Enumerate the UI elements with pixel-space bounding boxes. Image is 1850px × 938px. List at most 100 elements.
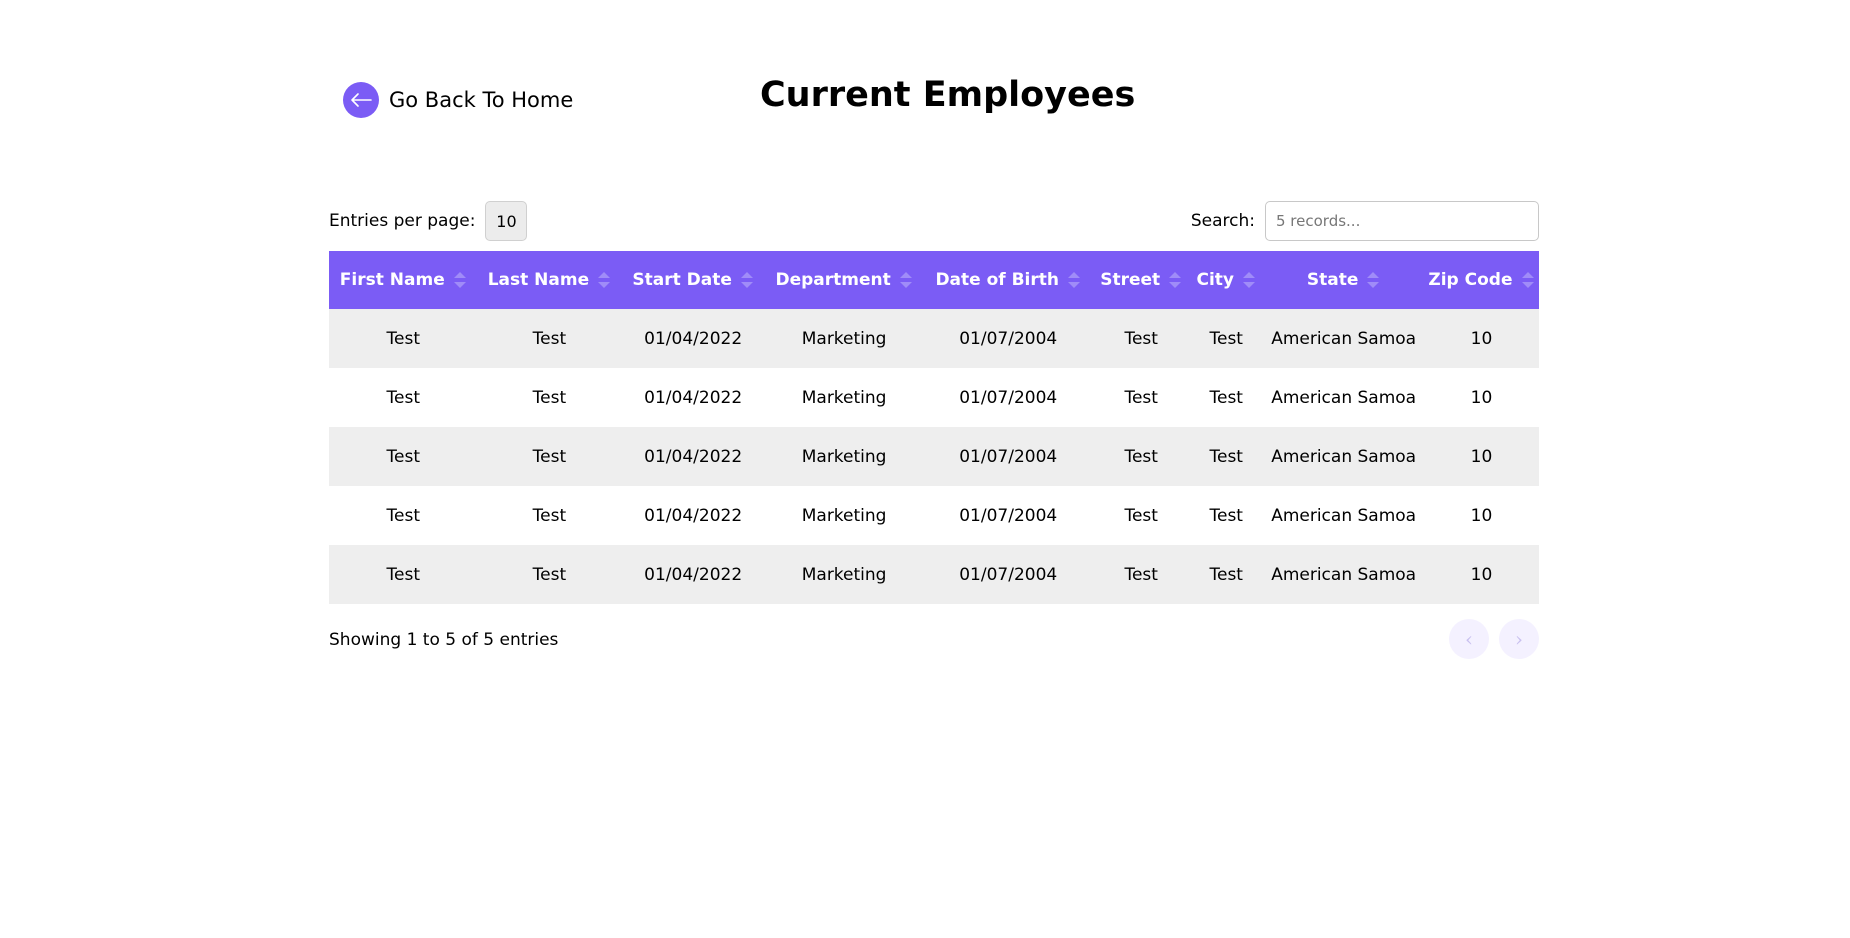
table-cell: Test (329, 427, 478, 486)
table-cell: 01/04/2022 (621, 545, 766, 604)
sort-arrows-icon (1242, 270, 1256, 290)
column-header-label: Street (1100, 270, 1161, 290)
sort-arrows-icon (597, 270, 611, 290)
table-cell: Test (1093, 545, 1190, 604)
page-title: Current Employees (760, 75, 1136, 115)
table-cell: Test (1189, 368, 1264, 427)
table-cell: Test (1189, 309, 1264, 368)
table-cell: 10 (1423, 309, 1539, 368)
sort-arrows-icon (1168, 270, 1182, 290)
pagination: ‹ › (1449, 619, 1539, 659)
column-header-inner: Start Date (632, 270, 754, 290)
search-input[interactable] (1265, 201, 1539, 241)
table-cell: Test (329, 486, 478, 545)
sort-arrows-icon (1521, 270, 1535, 290)
table-cell: Test (1093, 309, 1190, 368)
page: Go Back To Home Current Employees Entrie… (0, 0, 1850, 938)
column-header-inner: Last Name (488, 270, 611, 290)
table-cell: American Samoa (1263, 545, 1424, 604)
column-header-inner: State (1307, 270, 1381, 290)
employees-table: First Name Last Name Start Date Department D… (329, 251, 1539, 604)
entries-per-page-label: Entries per page: (329, 211, 476, 231)
arrow-left-icon (343, 82, 379, 118)
column-header-label: Zip Code (1428, 270, 1513, 290)
table-cell: Test (477, 486, 622, 545)
table-cell: Test (1189, 545, 1264, 604)
column-header-inner: Street (1100, 270, 1182, 290)
column-header-start-date[interactable]: Start Date (621, 251, 766, 309)
table-cell: Test (1093, 427, 1190, 486)
table-cell: Marketing (765, 427, 924, 486)
table-cell: 10 (1423, 368, 1539, 427)
column-header-label: Start Date (632, 270, 732, 290)
table-row: Test Test 01/04/2022 Marketing 01/07/2004 Tes… (329, 545, 1539, 604)
table-cell: 01/04/2022 (621, 486, 766, 545)
column-header-label: First Name (339, 270, 445, 290)
table-cell: 01/04/2022 (621, 368, 766, 427)
table-cell: Marketing (765, 486, 924, 545)
sort-arrows-icon (1067, 270, 1081, 290)
table-cell: American Samoa (1263, 368, 1424, 427)
go-back-home-link[interactable]: Go Back To Home (343, 82, 573, 118)
table-cell: Test (329, 309, 478, 368)
column-header-inner: Date of Birth (935, 270, 1081, 290)
column-header-zip-code[interactable]: Zip Code (1423, 251, 1539, 309)
column-header-department[interactable]: Department (765, 251, 924, 309)
table-cell: 10 (1423, 486, 1539, 545)
next-page-button[interactable]: › (1499, 619, 1539, 659)
entries-per-page: Entries per page: 10 (329, 200, 528, 242)
table-row: Test Test 01/04/2022 Marketing 01/07/2004 Tes… (329, 368, 1539, 427)
column-header-city[interactable]: City (1189, 251, 1264, 309)
go-back-home-label: Go Back To Home (389, 88, 574, 112)
table-cell: Test (477, 427, 622, 486)
table-cell: 01/04/2022 (621, 427, 766, 486)
column-header-label: Department (775, 270, 891, 290)
column-header-label: State (1306, 270, 1359, 290)
search-box: Search: (1191, 200, 1539, 242)
table-cell: Marketing (765, 545, 924, 604)
table-cell: Marketing (765, 309, 924, 368)
table-cell: Test (477, 368, 622, 427)
column-header-state[interactable]: State (1263, 251, 1424, 309)
table-body: Test Test 01/04/2022 Marketing 01/07/2004 Tes… (329, 309, 1539, 604)
table-cell: Test (1093, 486, 1190, 545)
table-cell: 01/07/2004 (923, 486, 1094, 545)
entries-per-page-select[interactable]: 10 (485, 201, 528, 241)
table-cell: Test (1189, 427, 1264, 486)
column-header-inner: Zip Code (1428, 270, 1534, 290)
table-cell: American Samoa (1263, 486, 1424, 545)
column-header-label: Last Name (487, 270, 590, 290)
table-cell: 10 (1423, 427, 1539, 486)
table-cell: 01/07/2004 (923, 427, 1094, 486)
previous-page-button[interactable]: ‹ (1449, 619, 1489, 659)
table-controls: Entries per page: 10 Search: (329, 200, 1539, 242)
table-cell: Test (1189, 486, 1264, 545)
table-cell: American Samoa (1263, 309, 1424, 368)
sort-arrows-icon (899, 270, 913, 290)
search-label: Search: (1190, 211, 1255, 231)
table-cell: Marketing (765, 368, 924, 427)
table-row: Test Test 01/04/2022 Marketing 01/07/2004 Tes… (329, 309, 1539, 368)
column-header-date-of-birth[interactable]: Date of Birth (923, 251, 1094, 309)
table-cell: Test (477, 309, 622, 368)
table-row: Test Test 01/04/2022 Marketing 01/07/2004 Tes… (329, 486, 1539, 545)
table-cell: Test (329, 368, 478, 427)
table-cell: Test (477, 545, 622, 604)
column-header-label: City (1196, 270, 1234, 290)
table-cell: 01/07/2004 (923, 309, 1094, 368)
table-cell: 01/04/2022 (621, 309, 766, 368)
sort-arrows-icon (740, 270, 754, 290)
column-header-street[interactable]: Street (1093, 251, 1190, 309)
entries-info: Showing 1 to 5 of 5 entries (329, 630, 559, 650)
column-header-inner: First Name (340, 270, 467, 290)
column-header-first-name[interactable]: First Name (329, 251, 478, 309)
table-cell: 01/07/2004 (923, 368, 1094, 427)
table-row: Test Test 01/04/2022 Marketing 01/07/2004 Tes… (329, 427, 1539, 486)
column-header-inner: City (1196, 270, 1256, 290)
sort-arrows-icon (1366, 270, 1380, 290)
table-cell: Test (329, 545, 478, 604)
column-header-inner: Department (775, 270, 912, 290)
table-cell: 01/07/2004 (923, 545, 1094, 604)
column-header-last-name[interactable]: Last Name (477, 251, 622, 309)
table-cell: American Samoa (1263, 427, 1424, 486)
